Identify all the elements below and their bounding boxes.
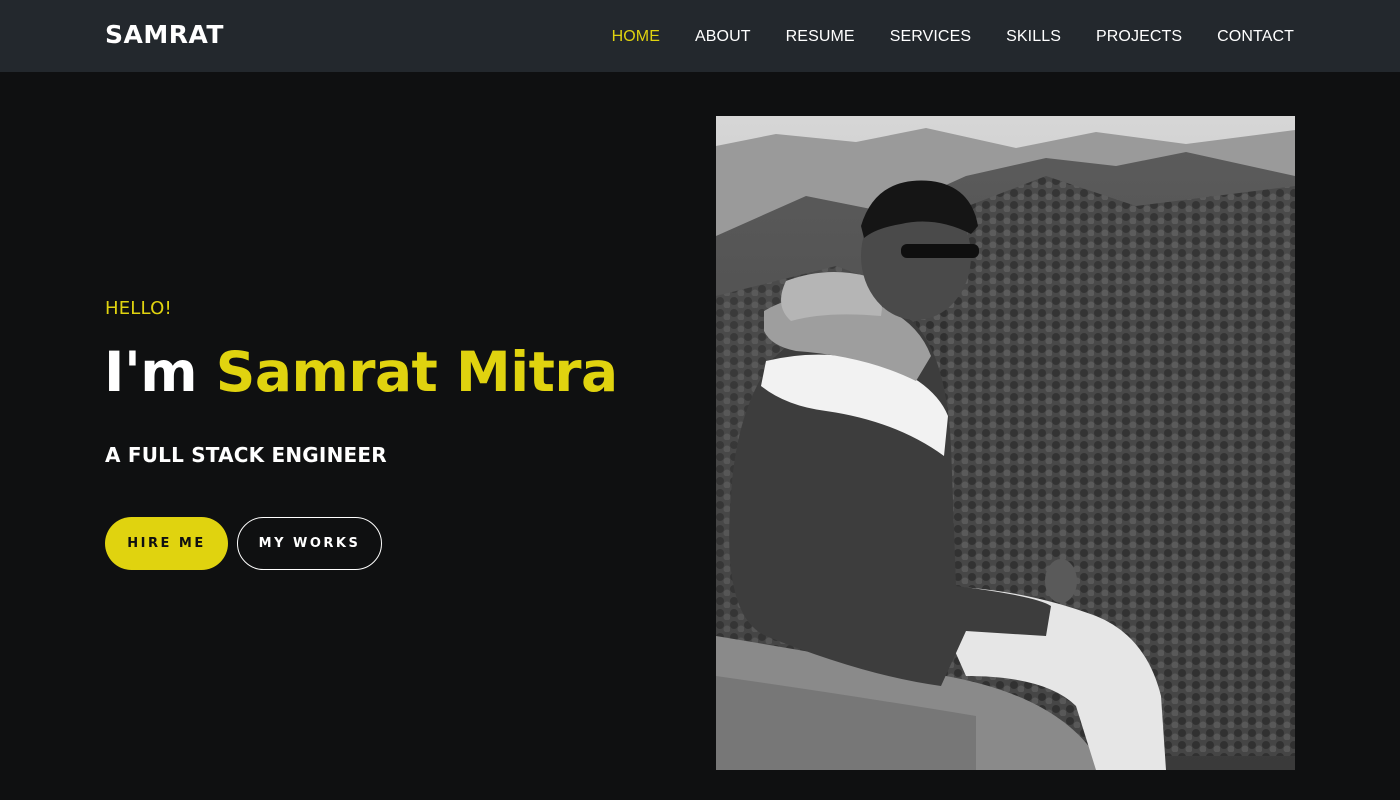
hero-intro: I'm bbox=[104, 340, 198, 404]
hero-role: A FULL STACK ENGINEER bbox=[105, 443, 387, 467]
hero-headline: I'm Samrat Mitra bbox=[104, 342, 618, 403]
nav-link-home[interactable]: HOME bbox=[612, 28, 660, 45]
nav-link-skills[interactable]: SKILLS bbox=[1006, 28, 1061, 45]
nav-item-contact: CONTACT bbox=[1217, 26, 1294, 46]
nav-item-resume: RESUME bbox=[786, 26, 855, 46]
nav-link-contact[interactable]: CONTACT bbox=[1217, 28, 1294, 45]
nav-item-skills: SKILLS bbox=[1006, 26, 1061, 46]
nav-item-about: ABOUT bbox=[695, 26, 751, 46]
hero-name: Samrat Mitra bbox=[215, 340, 618, 404]
nav-item-services: SERVICES bbox=[890, 26, 971, 46]
profile-photo-illustration bbox=[716, 116, 1295, 770]
nav-link-about[interactable]: ABOUT bbox=[695, 28, 751, 45]
hire-me-button[interactable]: HIRE ME bbox=[105, 517, 228, 570]
nav-link-projects[interactable]: PROJECTS bbox=[1096, 28, 1182, 45]
my-works-button[interactable]: MY WORKS bbox=[237, 517, 382, 570]
nav-link-services[interactable]: SERVICES bbox=[890, 28, 971, 45]
hero-greeting: HELLO! bbox=[105, 298, 172, 319]
nav-item-home: HOME bbox=[612, 26, 660, 46]
brand-logo[interactable]: SAMRAT bbox=[105, 20, 224, 49]
navbar: SAMRAT HOME ABOUT RESUME SERVICES SKILLS… bbox=[0, 0, 1400, 72]
nav-menu: HOME ABOUT RESUME SERVICES SKILLS PROJEC… bbox=[612, 0, 1294, 72]
nav-link-resume[interactable]: RESUME bbox=[786, 28, 855, 45]
hero-section: HELLO! I'm Samrat Mitra A FULL STACK ENG… bbox=[0, 72, 1400, 800]
profile-photo bbox=[716, 116, 1295, 770]
nav-item-projects: PROJECTS bbox=[1096, 26, 1182, 46]
